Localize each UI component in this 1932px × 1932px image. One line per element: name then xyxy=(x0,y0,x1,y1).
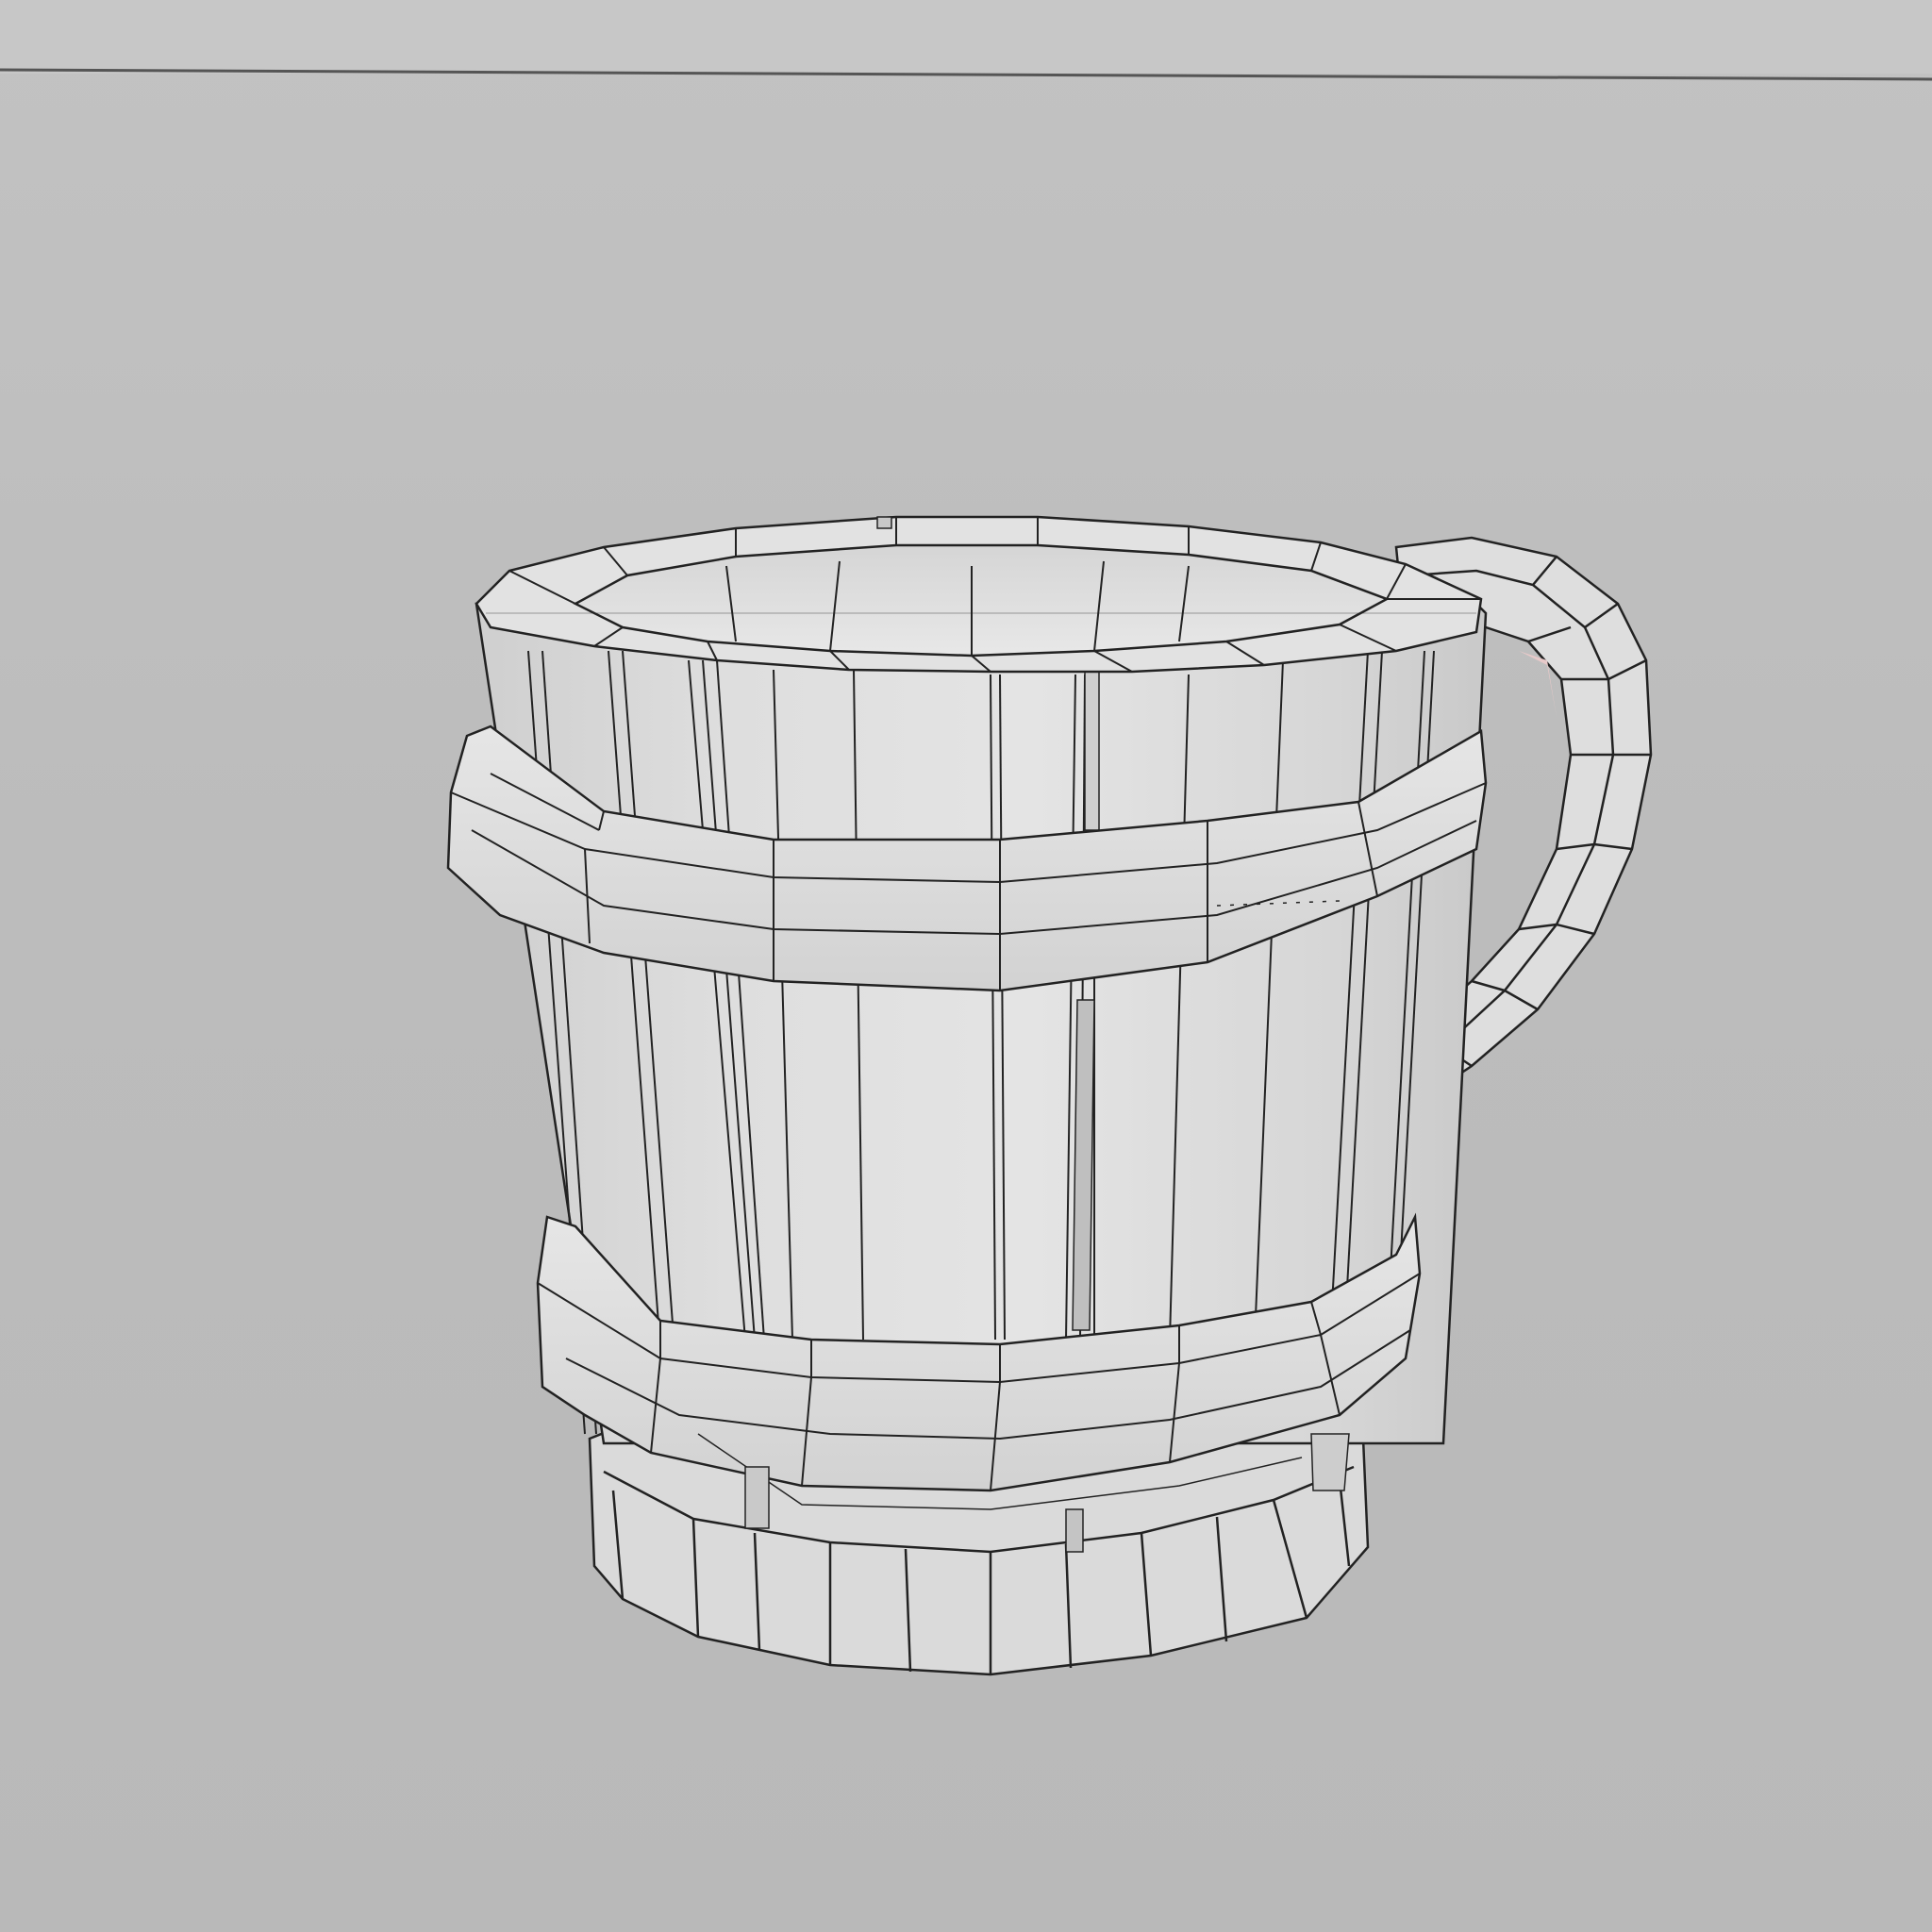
tankard-model[interactable] xyxy=(0,0,1932,1932)
tankard-rim[interactable] xyxy=(475,515,1483,674)
3d-viewport[interactable] xyxy=(0,0,1932,1932)
horizon-line xyxy=(0,68,1932,81)
